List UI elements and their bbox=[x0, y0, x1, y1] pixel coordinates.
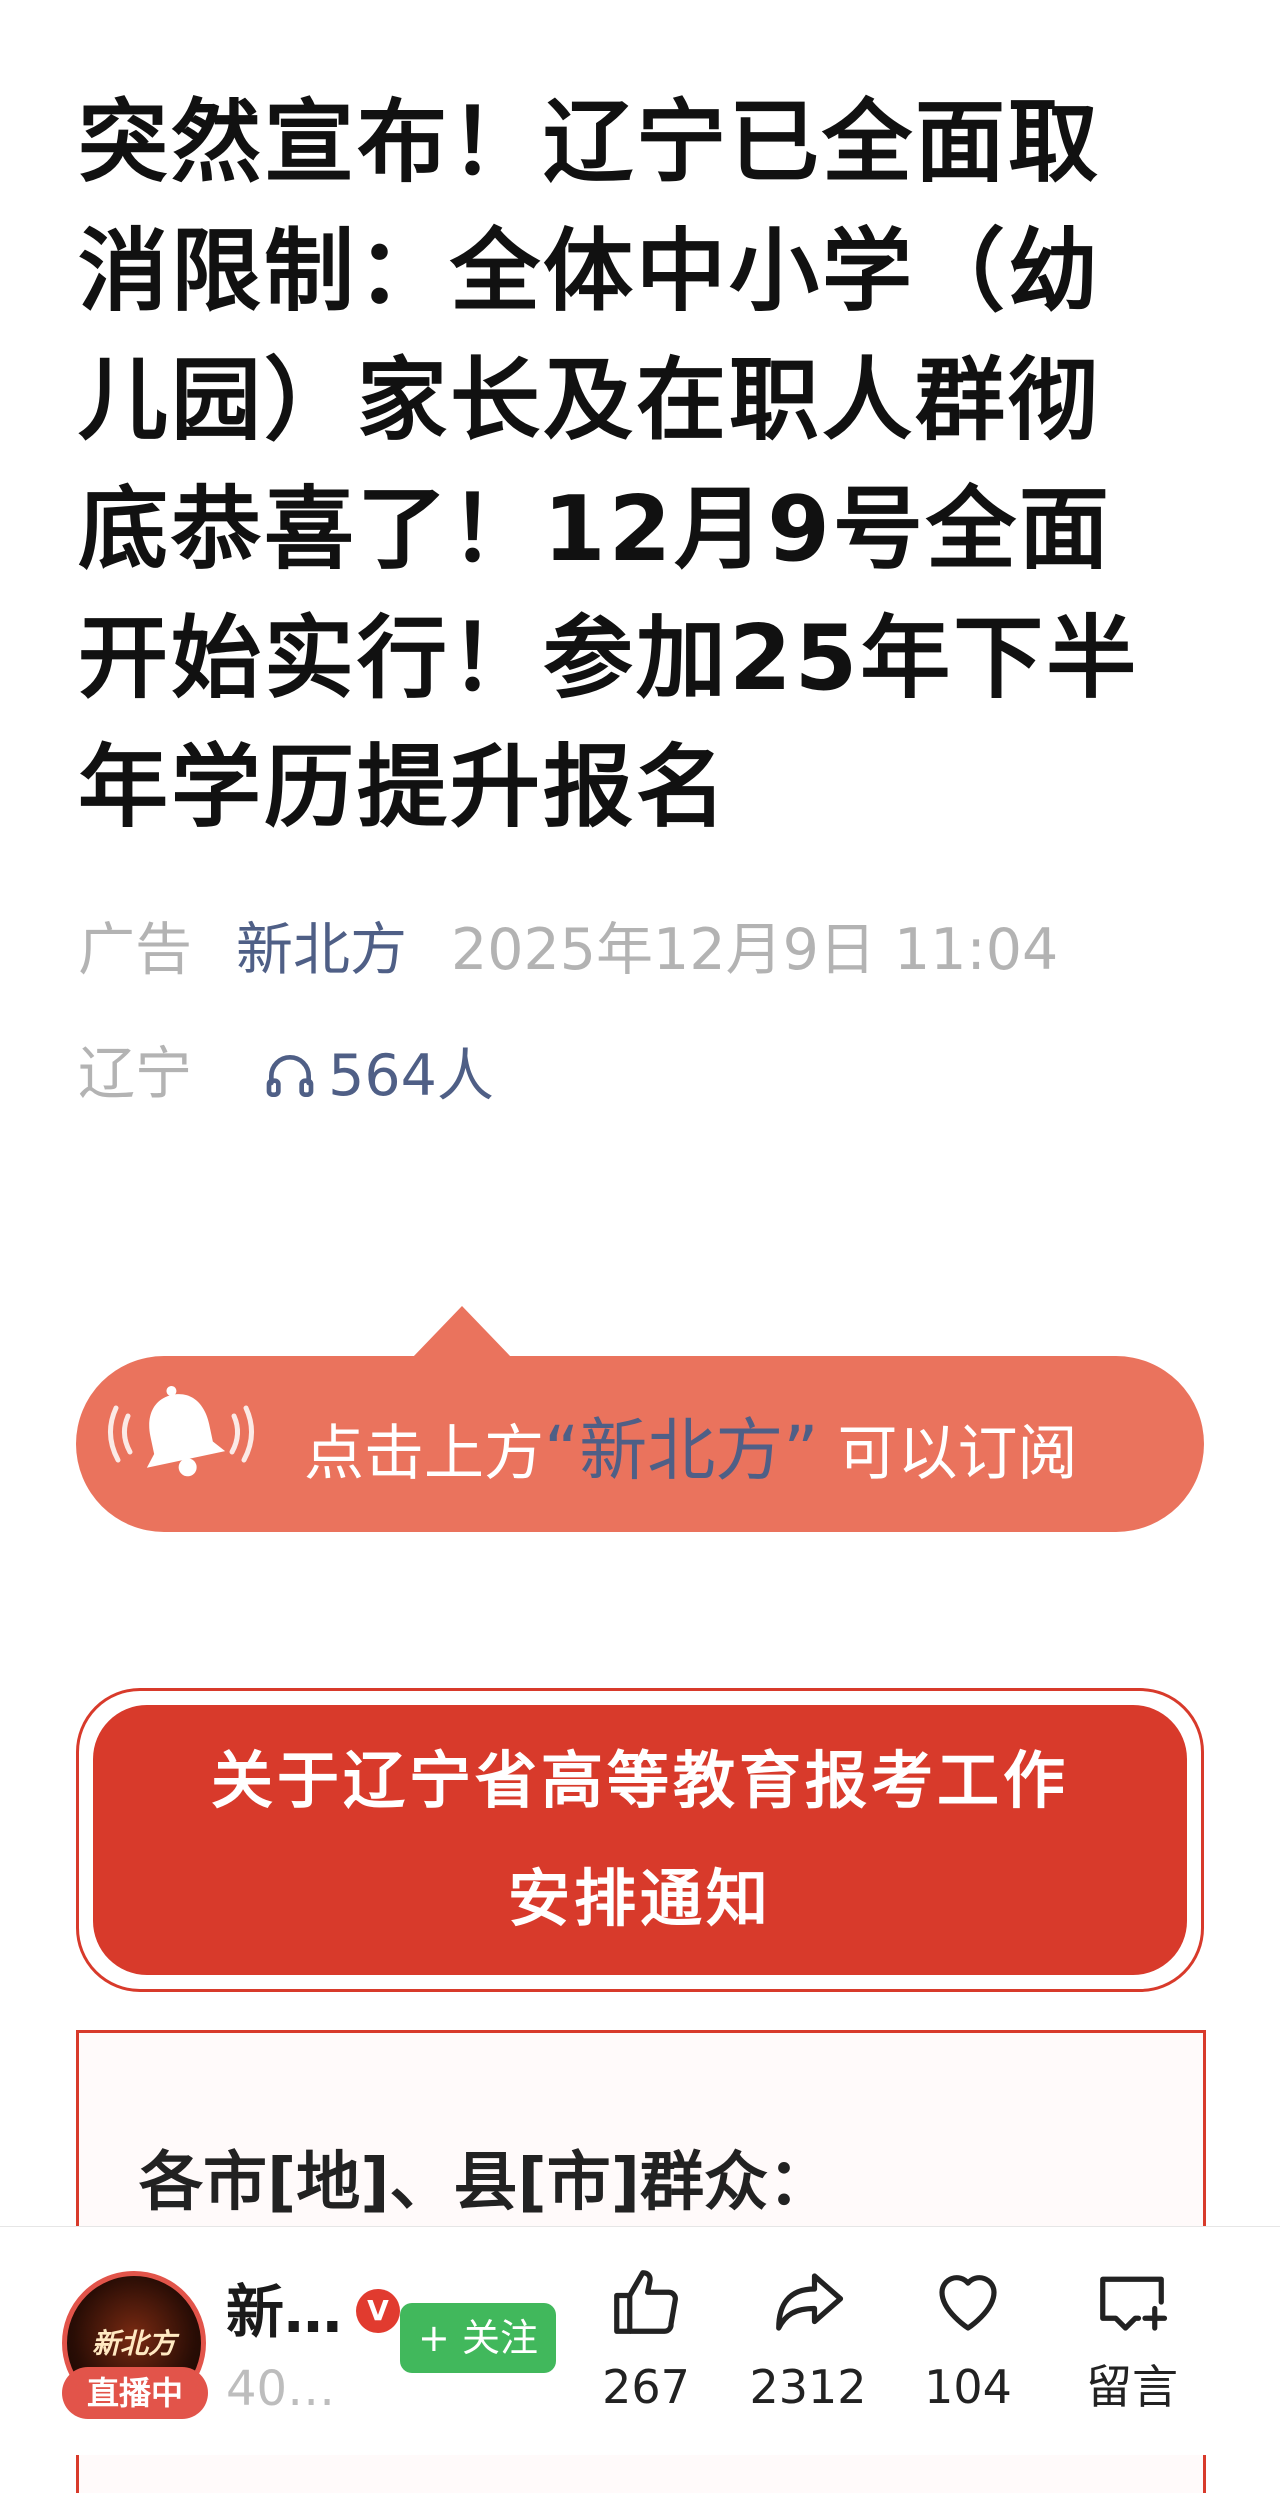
like-count: 267 bbox=[602, 2360, 690, 2414]
fan-count: 40… bbox=[226, 2361, 336, 2417]
comment-button[interactable]: 留言 bbox=[1062, 2263, 1202, 2417]
author-name[interactable]: 新… bbox=[226, 2277, 342, 2347]
bubble-pointer bbox=[412, 1306, 512, 1358]
avatar-logo-text: 新北方 bbox=[91, 2327, 176, 2360]
favorite-count: 104 bbox=[924, 2360, 1012, 2414]
comment-icon bbox=[1100, 2276, 1168, 2331]
favorite-button[interactable]: 104 bbox=[898, 2263, 1038, 2417]
article-meta: 广告 新北方 2025年12月9日 11:04 bbox=[78, 912, 1258, 985]
listen-button[interactable]: 564人 bbox=[262, 1038, 494, 1111]
notice-banner-fill: 关于辽宁省高等教育报考工作安排通知 bbox=[93, 1705, 1187, 1975]
publish-datetime: 2025年12月9日 11:04 bbox=[451, 917, 1059, 984]
notice-banner: 关于辽宁省高等教育报考工作安排通知 bbox=[76, 1688, 1204, 1992]
subscribe-tip-text: 点击上方“新北方” 可以订阅哦！ bbox=[304, 1396, 1184, 1532]
listener-count: 564人 bbox=[328, 1043, 494, 1110]
verified-badge: V bbox=[356, 2289, 400, 2333]
comment-label: 留言 bbox=[1086, 2360, 1178, 2414]
like-button[interactable]: 267 bbox=[576, 2263, 716, 2417]
live-badge[interactable]: 直播中 bbox=[62, 2367, 208, 2419]
subscribe-prefix: 点击上方 bbox=[304, 1419, 544, 1489]
region-label: 辽宁 bbox=[78, 1041, 192, 1108]
subscribe-highlight: “新北方” bbox=[544, 1412, 819, 1491]
notice-greeting: 各市[地]、县[市]群众： bbox=[139, 2146, 832, 2220]
follow-button[interactable]: + 关注 bbox=[400, 2303, 556, 2373]
bottom-action-bar: 新北方 直播中 新… V 40… + 关注 267 2312 104 留言 bbox=[0, 2226, 1280, 2455]
heart-icon bbox=[939, 2275, 997, 2331]
share-button[interactable]: 2312 bbox=[738, 2263, 878, 2417]
article-title: 突然宣布！辽宁已全面取消限制：全体中小学（幼儿园）家长及在职人群彻底恭喜了！12… bbox=[78, 90, 1140, 840]
ad-label: 广告 bbox=[78, 917, 192, 984]
author-link[interactable]: 新北方 bbox=[236, 915, 407, 985]
notice-title: 关于辽宁省高等教育报考工作安排通知 bbox=[210, 1744, 1069, 1935]
bell-icon bbox=[108, 1386, 254, 1477]
thumbs-up-icon bbox=[614, 2270, 678, 2334]
subscribe-tip[interactable]: 点击上方“新北方” 可以订阅哦！ bbox=[76, 1356, 1204, 1532]
share-icon bbox=[776, 2273, 844, 2331]
headphone-icon bbox=[266, 1055, 314, 1098]
article-meta-second: 辽宁 564人 bbox=[78, 1036, 494, 1111]
share-count: 2312 bbox=[749, 2360, 867, 2414]
